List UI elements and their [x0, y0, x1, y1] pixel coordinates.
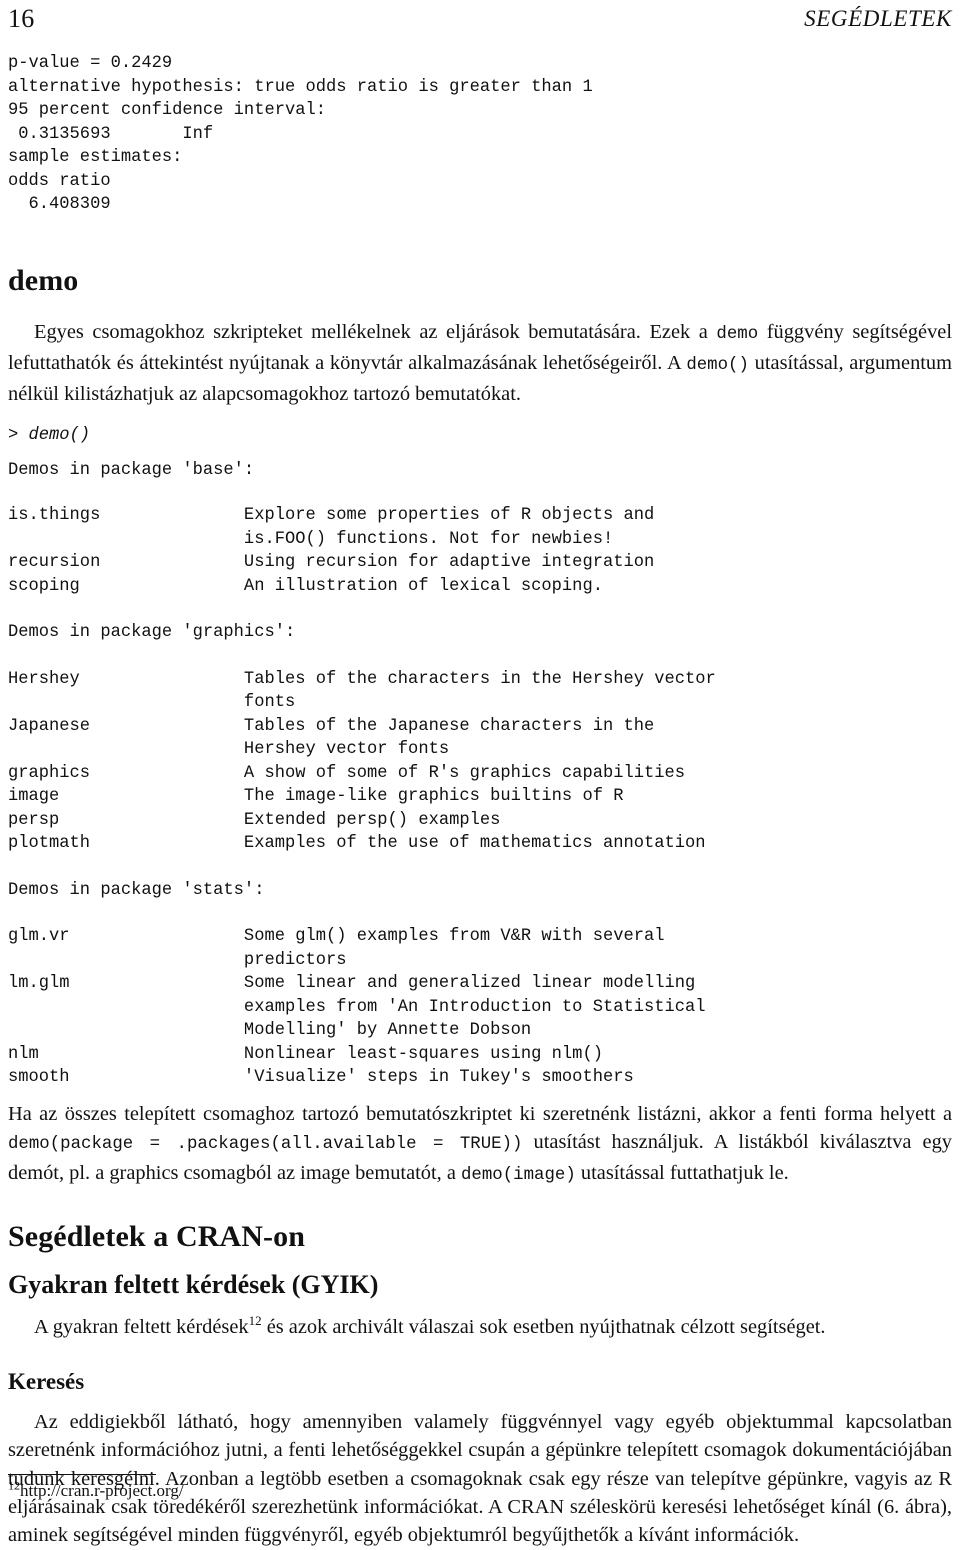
- inline-code-demo: demo: [716, 324, 759, 344]
- subsection-heading-search: Keresés: [8, 1369, 85, 1395]
- text-run: utasítással futtathatjuk le.: [575, 1162, 789, 1185]
- footnote-url[interactable]: http://cran.r-project.org/: [20, 1481, 184, 1500]
- paragraph-faq: A gyakran feltett kérdések12 és azok arc…: [8, 1313, 952, 1341]
- section-heading-demo: demo: [8, 263, 79, 297]
- running-head-title: SEGÉDLETEK: [804, 6, 952, 31]
- section-heading-cran: Segédletek a CRAN-on: [8, 1219, 305, 1253]
- text-run: A gyakran feltett kérdések: [34, 1315, 249, 1338]
- r-prompt-demo-call: > demo(): [8, 426, 91, 446]
- text-run: Egyes csomagokhoz szkripteket mellékelne…: [34, 320, 717, 343]
- footnote-entry: 12http://cran.r-project.org/: [8, 1479, 952, 1503]
- r-output-fisher-test: p-value = 0.2429 alternative hypothesis:…: [8, 54, 593, 214]
- demos-stats-header: Demos in package 'stats':: [8, 880, 265, 900]
- page-content: p-value = 0.2429 alternative hypothesis:…: [8, 52, 952, 1550]
- document-page: 16 SEGÉDLETEK p-value = 0.2429 alternati…: [0, 0, 960, 1546]
- paragraph-demo-intro: Egyes csomagokhoz szkripteket mellékelne…: [8, 318, 952, 409]
- footnote-rule: [8, 1474, 156, 1475]
- page-number: 16: [8, 4, 35, 33]
- text-run: és azok archivált válaszai sok esetben n…: [261, 1315, 826, 1338]
- inline-code-demo-call: demo(): [686, 355, 749, 375]
- demos-base-list: is.things Explore some properties of R o…: [8, 506, 655, 596]
- paragraph-demo-all-packages: Ha az összes telepített csomaghoz tartoz…: [8, 1100, 952, 1191]
- running-head: 16 SEGÉDLETEK: [8, 4, 952, 34]
- demos-graphics-header: Demos in package 'graphics':: [8, 623, 296, 643]
- subsection-heading-faq: Gyakran feltett kérdések (GYIK): [8, 1269, 379, 1299]
- demos-stats-list: glm.vr Some glm() examples from V&R with…: [8, 927, 706, 1088]
- footnote-area: 12http://cran.r-project.org/: [8, 1474, 952, 1503]
- footnote-marker[interactable]: 12: [249, 1313, 262, 1328]
- demos-graphics-list: Hershey Tables of the characters in the …: [8, 669, 716, 854]
- inline-code-demo-image: demo(image): [461, 1166, 576, 1186]
- footnote-number: 12: [8, 1478, 20, 1493]
- text-run: Ha az összes telepített csomaghoz tartoz…: [8, 1102, 952, 1125]
- demos-base-header: Demos in package 'base':: [8, 460, 255, 480]
- inline-code-demo-all-packages: demo(package = .packages(all.available =…: [8, 1135, 523, 1155]
